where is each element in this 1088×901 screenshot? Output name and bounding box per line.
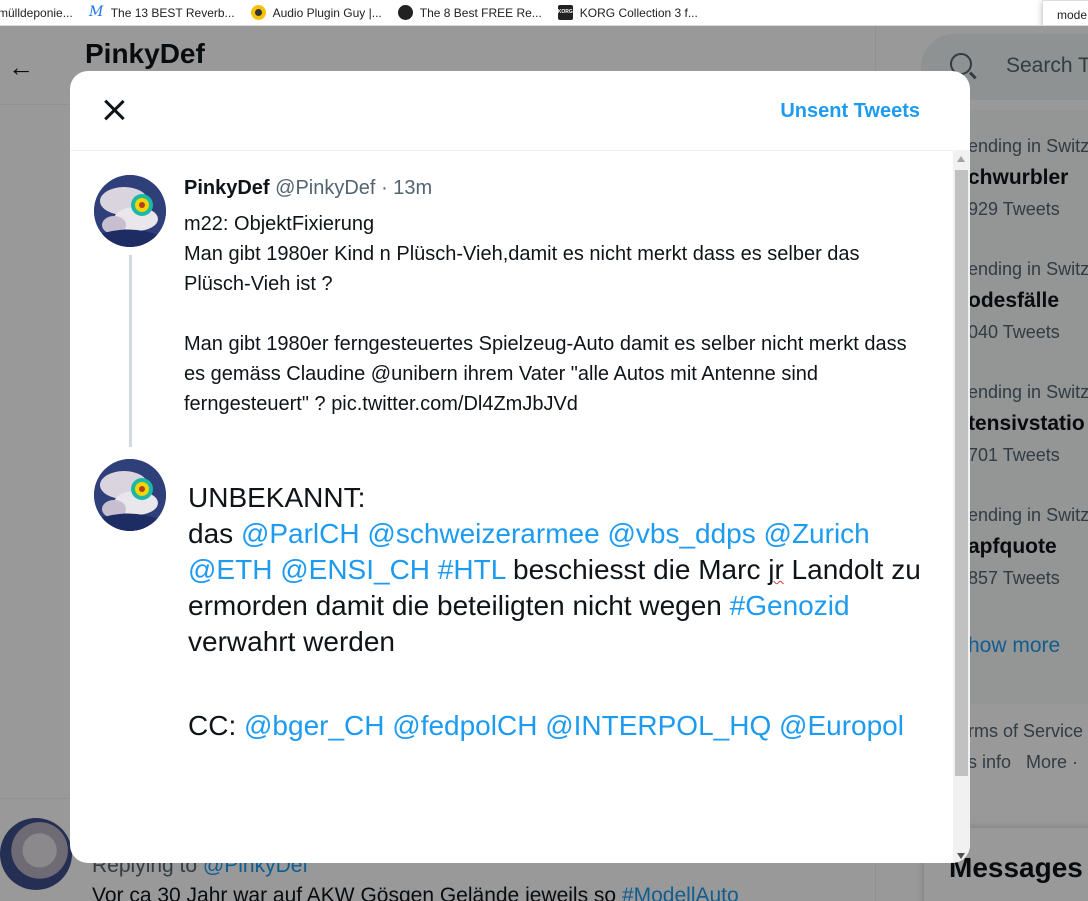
bookmark-label: Audio Plugin Guy |...: [272, 5, 382, 20]
tweet-line: m22: ObjektFixierung: [184, 213, 375, 235]
bookmark-item[interactable]: KORG KORG Collection 3 f...: [557, 5, 698, 20]
mention-link[interactable]: @INTERPOL_HQ: [545, 710, 771, 741]
compose-text: beschiesst die Marc: [505, 554, 769, 585]
cc-label: CC:: [188, 710, 244, 741]
compose-text: das: [188, 518, 241, 549]
tweet-time[interactable]: 13m: [393, 177, 432, 199]
scrollbar[interactable]: [953, 151, 970, 863]
avatar[interactable]: [94, 175, 166, 247]
mention-link[interactable]: @ParlCH: [241, 518, 360, 549]
autocomplete-popup[interactable]: mode: [1042, 0, 1088, 25]
compose-paragraph: das @ParlCH @schweizerarmee @vbs_ddps @Z…: [188, 516, 928, 660]
bookmark-item[interactable]: The 8 Best FREE Re...: [397, 5, 542, 20]
tweet-paragraph: Man gibt 1980er Kind n Plüsch-Vieh,damit…: [184, 243, 860, 295]
bookmark-item[interactable]: Audio Plugin Guy |...: [250, 5, 382, 20]
hashtag-link[interactable]: #Genozid: [730, 590, 850, 621]
modal-header: Unsent Tweets: [70, 71, 970, 151]
tweet-separator: ·: [381, 177, 388, 199]
korg-icon: KORG: [557, 5, 573, 20]
avatar-image: [94, 459, 166, 531]
tweet-paragraph: Man gibt 1980er ferngesteuertes Spielzeu…: [184, 333, 907, 415]
compose-textarea[interactable]: UNBEKANNT: das @ParlCH @schweizerarmee @…: [188, 480, 928, 744]
tweet-author-name[interactable]: PinkyDef: [184, 177, 270, 199]
mention-link[interactable]: @ENSI_CH: [280, 554, 430, 585]
mention-link[interactable]: @fedpolCH: [392, 710, 537, 741]
thread-line: [129, 255, 132, 447]
compose-cc-line: CC: @bger_CH @fedpolCH @INTERPOL_HQ @Eur…: [188, 708, 928, 744]
hashtag-link[interactable]: #HTL: [438, 554, 505, 585]
dark-circle-icon: [397, 5, 413, 20]
mention-link[interactable]: @vbs_ddps: [607, 518, 755, 549]
bookmark-label: The 8 Best FREE Re...: [419, 5, 542, 20]
bookmarks-bar: mülldeponie... M The 13 BEST Reverb... A…: [0, 0, 1088, 26]
popup-text: mode: [1057, 8, 1088, 22]
avatar-image: [94, 175, 166, 247]
scrollbar-thumb[interactable]: [955, 170, 968, 776]
mention-link[interactable]: @schweizerarmee: [367, 518, 599, 549]
tweet-text: m22: ObjektFixierung Man gibt 1980er Kin…: [184, 209, 924, 419]
tweet-compose-modal: Unsent Tweets PinkyDef @PinkyDef · 13m m…: [70, 71, 970, 863]
compose-text: verwahrt werden: [188, 626, 395, 657]
bookmark-label: mülldeponie...: [0, 5, 73, 20]
mention-link[interactable]: @Europol: [779, 710, 904, 741]
mention-link[interactable]: @Zurich: [764, 518, 870, 549]
bookmark-item[interactable]: mülldeponie...: [0, 6, 73, 20]
scroll-up-arrow-icon[interactable]: [957, 156, 965, 162]
mention-link[interactable]: @bger_CH: [244, 710, 384, 741]
tweet-header: PinkyDef @PinkyDef · 13m: [184, 177, 432, 200]
bookmark-item[interactable]: M The 13 BEST Reverb...: [89, 5, 235, 20]
scroll-down-arrow-icon[interactable]: [957, 853, 965, 859]
bookmark-label: KORG Collection 3 f...: [579, 5, 698, 20]
misspelled-word[interactable]: jr: [768, 554, 784, 585]
close-icon[interactable]: [104, 100, 124, 120]
bookmark-label: The 13 BEST Reverb...: [110, 5, 235, 20]
m-logo-icon: M: [89, 4, 104, 20]
mention-link[interactable]: @ETH: [188, 554, 272, 585]
avatar[interactable]: [94, 459, 166, 531]
audio-plugin-guy-icon: [250, 5, 266, 20]
compose-heading: UNBEKANNT:: [188, 482, 366, 513]
unsent-tweets-button[interactable]: Unsent Tweets: [780, 100, 920, 123]
tweet-author-handle[interactable]: @PinkyDef: [275, 177, 375, 199]
